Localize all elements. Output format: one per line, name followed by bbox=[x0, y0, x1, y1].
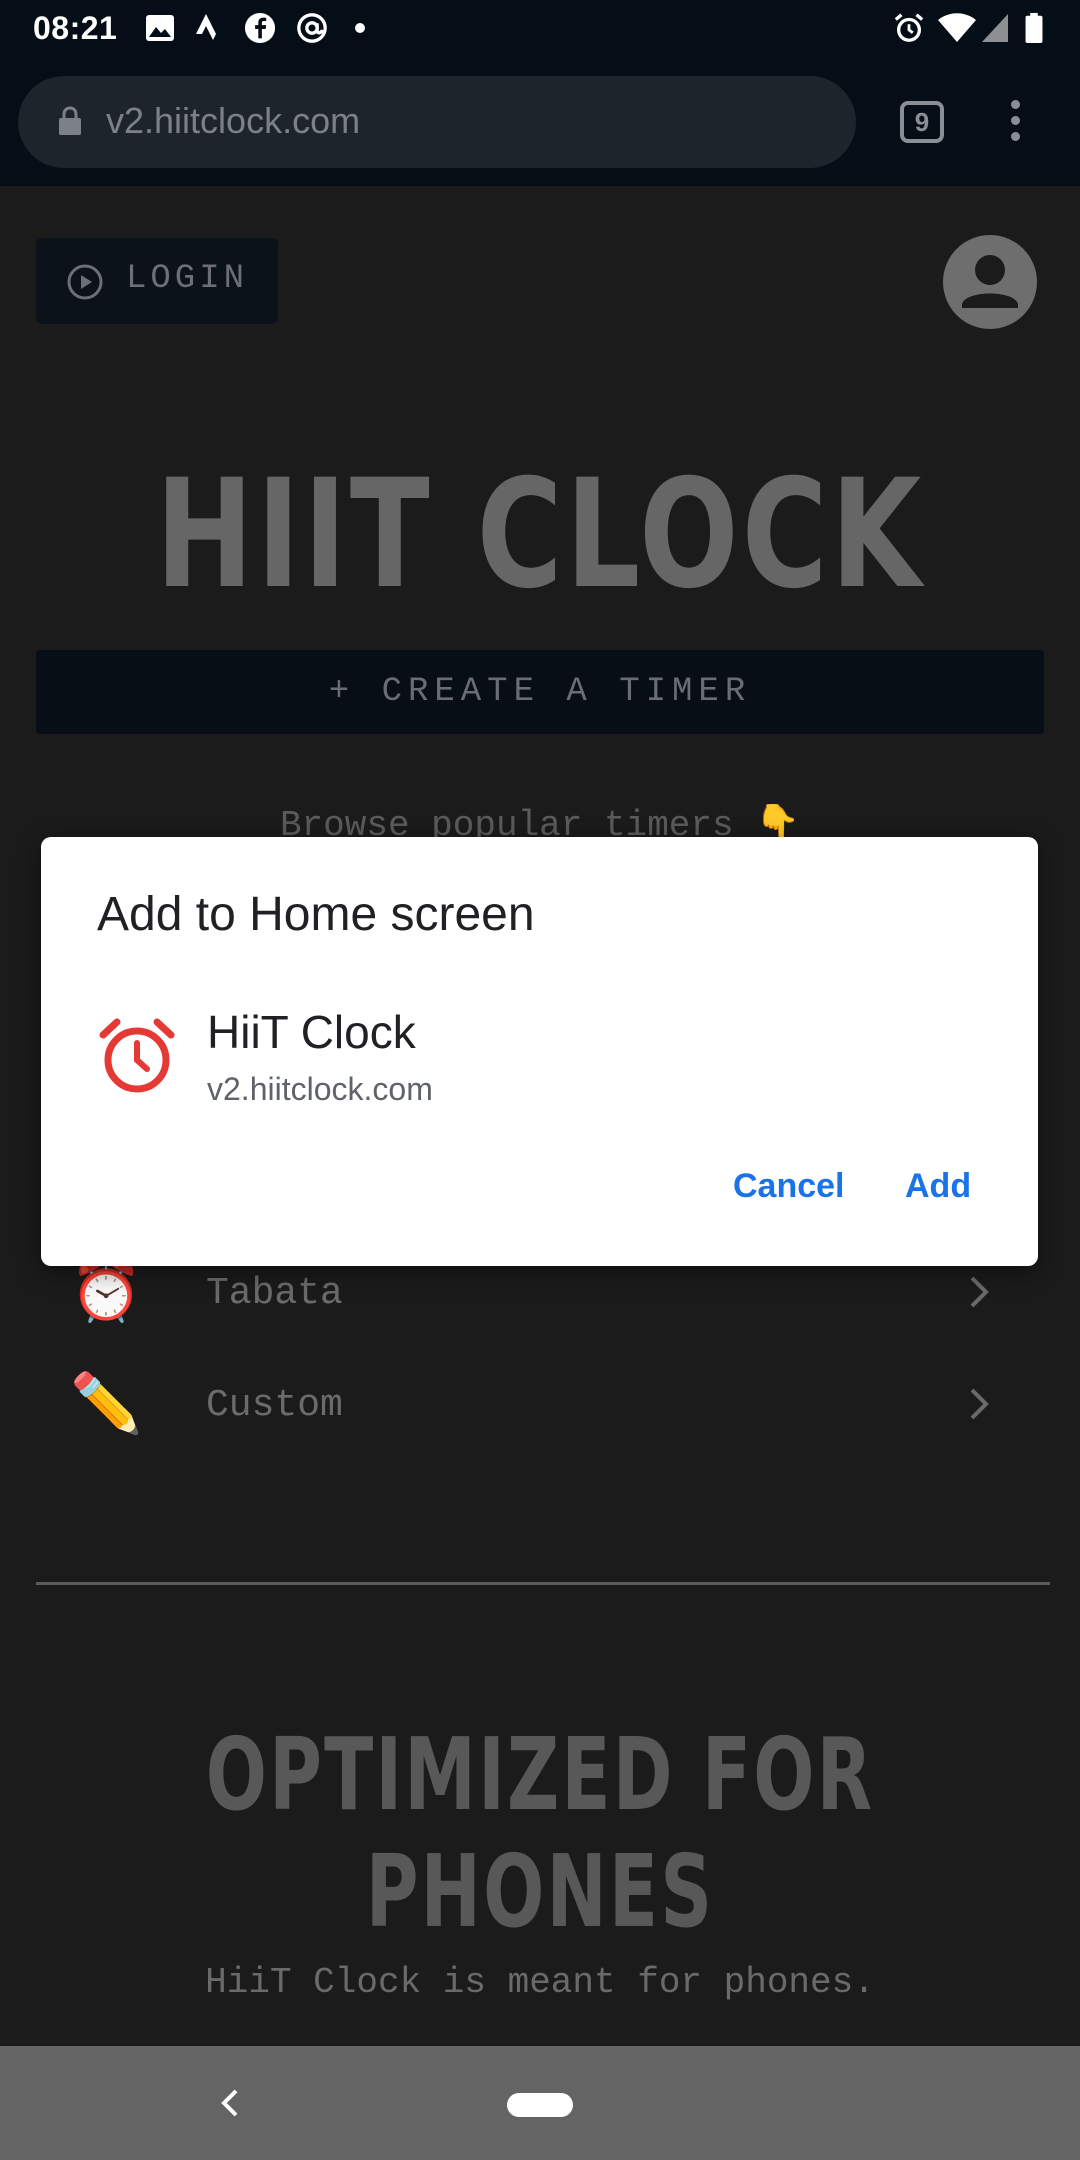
address-bar[interactable]: v2.hiitclock.com bbox=[18, 76, 856, 168]
dialog-title: Add to Home screen bbox=[97, 888, 535, 941]
hero-title: HIIT CLOCK bbox=[155, 448, 925, 622]
url-text: v2.hiitclock.com bbox=[106, 100, 361, 141]
strava-icon bbox=[196, 14, 216, 40]
status-bar: 08:21 bbox=[0, 0, 1080, 56]
create-timer-button[interactable]: + CREATE A TIMER bbox=[36, 650, 1044, 734]
at-icon bbox=[297, 13, 327, 43]
image-icon bbox=[146, 15, 174, 41]
alarm-icon bbox=[894, 13, 924, 42]
pencil-emoji: ✏️ bbox=[70, 1371, 143, 1436]
app-name[interactable]: HiiT Clock bbox=[207, 1005, 416, 1059]
facebook-icon bbox=[244, 12, 276, 44]
system-navigation-bar bbox=[0, 2046, 1080, 2160]
wifi-icon bbox=[938, 13, 976, 42]
alarm-clock-emoji: ⏰ bbox=[70, 1259, 143, 1324]
status-time: 08:21 bbox=[33, 10, 118, 46]
home-pill-button[interactable] bbox=[507, 2093, 573, 2117]
browser-toolbar: v2.hiitclock.com 9 bbox=[0, 56, 1080, 186]
timer-item-label: Tabata bbox=[206, 1272, 343, 1315]
chevron-right-icon bbox=[970, 1388, 989, 1420]
add-to-home-screen-dialog: Add to Home screen HiiT Clock v2.hiitclo… bbox=[41, 837, 1038, 1266]
login-button[interactable]: LOGIN bbox=[36, 238, 278, 324]
overflow-menu-icon[interactable] bbox=[1000, 100, 1030, 144]
alarm-clock-icon bbox=[99, 1018, 175, 1093]
lock-icon bbox=[59, 106, 81, 135]
dot-icon bbox=[355, 23, 365, 33]
login-label: LOGIN bbox=[126, 260, 249, 298]
chevron-right-icon bbox=[970, 1276, 989, 1308]
section-divider bbox=[36, 1582, 1050, 1585]
section-title: OPTIMIZED FOR PHONES bbox=[205, 1716, 875, 1950]
signal-icon bbox=[982, 14, 1008, 42]
tab-switcher-button[interactable]: 9 bbox=[900, 101, 944, 143]
add-button[interactable]: Add bbox=[905, 1167, 971, 1206]
back-icon[interactable] bbox=[218, 2086, 242, 2120]
battery-icon bbox=[1025, 12, 1043, 44]
timer-item-label: Custom bbox=[206, 1384, 343, 1427]
timer-item-custom[interactable]: ✏️ Custom bbox=[60, 1364, 1020, 1454]
cancel-button[interactable]: Cancel bbox=[733, 1167, 845, 1206]
play-circle-icon bbox=[67, 264, 103, 300]
section-text: HiiT Clock is meant for phones. bbox=[205, 1962, 875, 2003]
app-url: v2.hiitclock.com bbox=[207, 1071, 433, 1107]
account-avatar-icon[interactable] bbox=[942, 234, 1038, 330]
